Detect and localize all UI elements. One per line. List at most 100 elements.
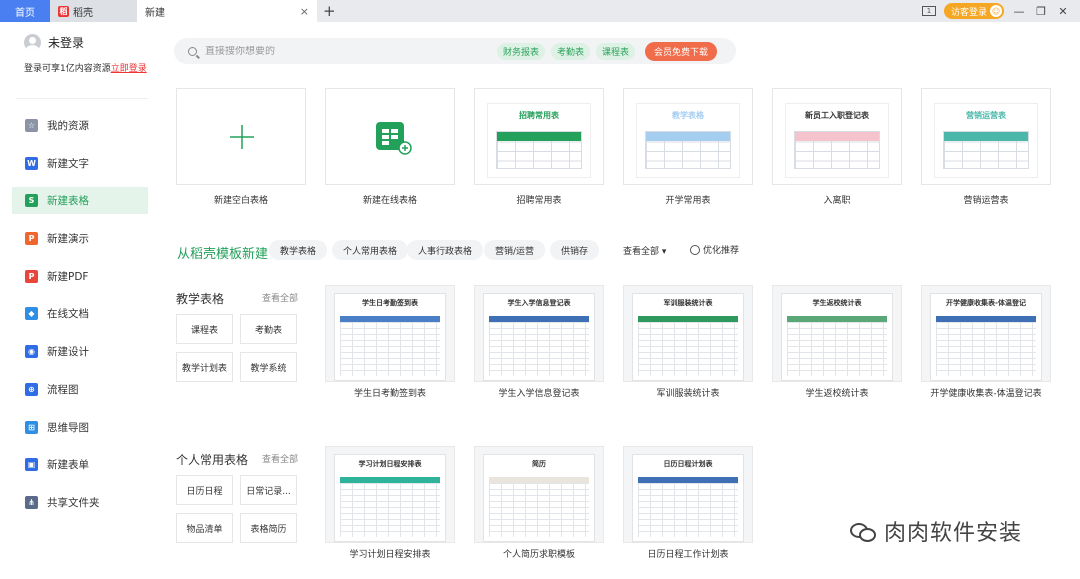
thumbnail-grid (943, 131, 1029, 169)
login-tip: 登录可享1亿内容资源立即登录 (24, 61, 147, 74)
view-all-link[interactable]: 查看全部 (262, 452, 298, 465)
guest-login-button[interactable]: 访客登录 ☺ (943, 3, 1004, 19)
sidebar-item-my-resources[interactable]: ☆ 我的资源 (12, 112, 148, 139)
sidebar-item-new-pdf[interactable]: P 新建PDF (12, 263, 148, 290)
category-shortcut-button[interactable]: 日历日程 (176, 475, 233, 505)
group-title: 教学表格 (176, 292, 225, 306)
login-tip-text: 登录可享1亿内容资源 (24, 64, 111, 74)
template-card[interactable]: 学生日考勤签到表 (325, 285, 455, 382)
category-chip[interactable]: 人事行政表格 (407, 240, 484, 260)
template-card[interactable]: 学习计划日程安排表 (325, 446, 455, 543)
template-card[interactable]: 开学健康收集表-体温登记 (921, 285, 1051, 382)
search-chip-schedule[interactable]: 课程表 (596, 42, 636, 60)
category-shortcut-button[interactable]: 教学计划表 (176, 352, 233, 382)
template-thumbnail-title: 学生日考勤签到表 (362, 299, 418, 307)
sidebar-item-mind-map[interactable]: ⊞ 思维导图 (12, 414, 148, 441)
minimize-button[interactable]: — (1012, 5, 1026, 18)
tab-close-icon[interactable]: × (300, 5, 309, 18)
new-blank-sheet-card[interactable] (176, 88, 306, 185)
thumbnail-header (944, 132, 1028, 141)
template-thumbnail-table (489, 316, 589, 376)
optimize-label: 优化推荐 (703, 246, 740, 256)
card-label: 开学常用表 (665, 196, 711, 206)
vip-download-button[interactable]: 会员免费下载 (645, 41, 718, 61)
sidebar-item-new-doc[interactable]: W 新建文字 (12, 150, 148, 177)
school-card[interactable]: 教学表格 (623, 88, 753, 185)
recruitment-card[interactable]: 招聘常用表 (474, 88, 604, 185)
optimize-recommend[interactable]: 优化推荐 (690, 243, 739, 256)
sidebar: 未登录 登录可享1亿内容资源立即登录 ☆ 我的资源 W 新建文字 S 新建表格 P 新建演示 P… (0, 22, 150, 579)
category-shortcut-button[interactable]: 表格简历 (240, 513, 297, 543)
category-chip[interactable]: 个人常用表格 (332, 240, 409, 260)
sidebar-item-new-design[interactable]: ◉ 新建设计 (12, 338, 148, 365)
template-card[interactable]: 日历日程计划表 (623, 446, 753, 543)
sidebar-item-new-presentation[interactable]: P 新建演示 (12, 225, 148, 252)
active-indicator (143, 193, 148, 203)
maximize-button[interactable]: ❐ (1034, 5, 1048, 18)
window-count-icon[interactable]: 1 (921, 6, 936, 16)
template-thumbnail-header (638, 477, 738, 483)
marketing-card[interactable]: 营销运营表 (921, 88, 1051, 185)
template-label: 学生入学信息登记表 (498, 389, 580, 399)
template-thumbnail-title: 军训服装统计表 (663, 299, 713, 307)
sidebar-item-label: 在线文档 (47, 308, 89, 321)
sidebar-item-new-form[interactable]: ▣ 新建表单 (12, 451, 148, 478)
search-chip-finance[interactable]: 财务报表 (497, 42, 546, 60)
view-all-link[interactable]: 查看全部 (262, 291, 298, 304)
template-card[interactable]: 军训服装统计表 (623, 285, 753, 382)
category-chip[interactable]: 营销/运营 (484, 240, 546, 260)
card-label: 入离职 (823, 196, 851, 206)
template-thumbnail-header (638, 316, 738, 322)
category-shortcut-button[interactable]: 考勤表 (240, 314, 297, 344)
category-shortcut-button[interactable]: 物品清单 (176, 513, 233, 543)
search-chip-attendance[interactable]: 考勤表 (551, 42, 591, 60)
thumbnail-title: 教学表格 (672, 111, 704, 120)
new-online-sheet-card[interactable] (325, 88, 455, 185)
category-chip[interactable]: 查看全部 ▾ (612, 240, 678, 260)
template-card[interactable]: 学生返校统计表 (772, 285, 902, 382)
template-thumbnail: 学生返校统计表 (781, 293, 893, 381)
search-input[interactable] (205, 45, 445, 57)
category-shortcut-button[interactable]: 课程表 (176, 314, 233, 344)
thumbnail-grid (645, 131, 731, 169)
card-thumbnail: 营销运营表 (934, 103, 1038, 178)
category-chip[interactable]: 教学表格 (269, 240, 328, 260)
template-label: 个人简历求职模板 (502, 550, 575, 560)
tab-new[interactable]: 新建 × (137, 0, 317, 22)
template-thumbnail: 开学健康收集表-体温登记 (930, 293, 1042, 381)
new-presentation-icon: P (25, 232, 38, 246)
template-label: 开学健康收集表-体温登记表 (930, 389, 1042, 399)
category-chip[interactable]: 供销存 (550, 240, 600, 260)
template-label: 学习计划日程安排表 (349, 550, 431, 560)
template-thumbnail-header (489, 477, 589, 483)
docer-logo-icon: 稻 (58, 5, 69, 17)
new-tab-button[interactable]: + (317, 0, 342, 22)
template-thumbnail-table (787, 316, 887, 376)
tab-docer[interactable]: 稻稻壳 (50, 0, 137, 22)
tab-home[interactable]: 首页 (0, 0, 50, 22)
sidebar-item-shared-folder[interactable]: ⋔ 共享文件夹 (12, 489, 148, 516)
thumbnail-header (646, 132, 730, 141)
template-thumbnail: 简历 (483, 454, 595, 542)
user-avatar-icon (24, 34, 41, 51)
template-section-title: 从稻壳模板新建 (177, 247, 269, 262)
login-link[interactable]: 立即登录 (111, 64, 147, 74)
sidebar-item-online-doc[interactable]: ◆ 在线文档 (12, 300, 148, 327)
template-thumbnail-title: 学生入学信息登记表 (507, 299, 571, 307)
template-card[interactable]: 学生入学信息登记表 (474, 285, 604, 382)
template-thumbnail-header (340, 316, 440, 322)
template-card[interactable]: 简历 (474, 446, 604, 543)
sidebar-item-flowchart[interactable]: ⊕ 流程图 (12, 376, 148, 403)
new-design-icon: ◉ (25, 345, 38, 359)
category-shortcut-button[interactable]: 日常记录... (240, 475, 297, 505)
tab-bar: 首页 稻稻壳 新建 × + 1 访客登录 ☺ — ❐ ✕ (0, 0, 1080, 22)
online-sheet-icon (376, 122, 412, 155)
category-shortcut-button[interactable]: 教学系统 (240, 352, 297, 382)
user-profile[interactable]: 未登录 (24, 34, 84, 51)
new-sheet-icon: S (25, 194, 38, 208)
sidebar-item-new-sheet[interactable]: S 新建表格 (12, 187, 148, 215)
close-window-button[interactable]: ✕ (1056, 5, 1070, 18)
onboarding-card[interactable]: 新员工入职登记表 (772, 88, 902, 185)
search-icon (188, 46, 197, 56)
template-label: 学生日考勤签到表 (353, 389, 426, 399)
